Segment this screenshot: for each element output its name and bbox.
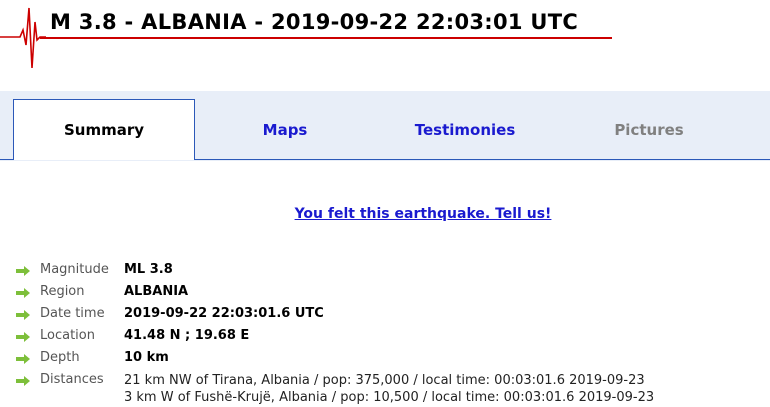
detail-label: Magnitude: [40, 262, 109, 277]
header: M 3.8 - ALBANIA - 2019-09-22 22:03:01 UT…: [0, 0, 770, 72]
detail-label: Depth: [40, 350, 80, 365]
tab-summary[interactable]: Summary: [13, 99, 195, 160]
arrow-right-icon: [16, 376, 30, 386]
detail-label: Region: [40, 284, 85, 299]
arrow-right-icon: [16, 288, 30, 298]
datetime-value: 2019-09-22 22:03:01.6 UTC: [124, 306, 324, 321]
tab-pictures-label: Pictures: [614, 120, 684, 139]
distances-list: 21 km NW of Tirana, Albania / pop: 375,0…: [124, 372, 654, 406]
depth-value: 10 km: [124, 350, 169, 365]
arrow-right-icon: [16, 354, 30, 364]
seismogram-icon: [0, 7, 46, 69]
detail-label: Location: [40, 328, 95, 343]
arrow-right-icon: [16, 332, 30, 342]
page: M 3.8 - ALBANIA - 2019-09-22 22:03:01 UT…: [0, 0, 770, 407]
detail-row-distances: Distances 21 km NW of Tirana, Albania / …: [16, 372, 654, 407]
felt-earthquake-link[interactable]: You felt this earthquake. Tell us!: [0, 206, 770, 222]
tab-testimonies[interactable]: Testimonies: [375, 99, 555, 160]
arrow-right-icon: [16, 310, 30, 320]
location-value: 41.48 N ; 19.68 E: [124, 328, 250, 343]
distance-item: 3 km W of Fushë-Krujë, Albania / pop: 10…: [124, 390, 655, 405]
detail-row-depth: Depth 10 km: [16, 350, 654, 372]
tab-maps-label: Maps: [262, 120, 308, 139]
event-details: Magnitude ML 3.8 Region ALBANIA Date tim…: [16, 262, 654, 407]
detail-label: Distances: [40, 372, 104, 387]
title-underline: [40, 37, 612, 39]
detail-row-location: Location 41.48 N ; 19.68 E: [16, 328, 654, 350]
magnitude-value: ML 3.8: [124, 262, 173, 277]
page-title: M 3.8 - ALBANIA - 2019-09-22 22:03:01 UT…: [50, 10, 579, 34]
distance-item: 21 km NW of Tirana, Albania / pop: 375,0…: [124, 373, 645, 388]
detail-row-datetime: Date time 2019-09-22 22:03:01.6 UTC: [16, 306, 654, 328]
detail-row-magnitude: Magnitude ML 3.8: [16, 262, 654, 284]
tab-maps[interactable]: Maps: [195, 99, 375, 160]
tab-testimonies-label: Testimonies: [414, 120, 516, 139]
tab-pictures: Pictures: [555, 99, 743, 160]
tab-summary-label: Summary: [63, 121, 145, 139]
region-value: ALBANIA: [124, 284, 189, 299]
detail-label: Date time: [40, 306, 105, 321]
arrow-right-icon: [16, 266, 30, 276]
detail-row-region: Region ALBANIA: [16, 284, 654, 306]
